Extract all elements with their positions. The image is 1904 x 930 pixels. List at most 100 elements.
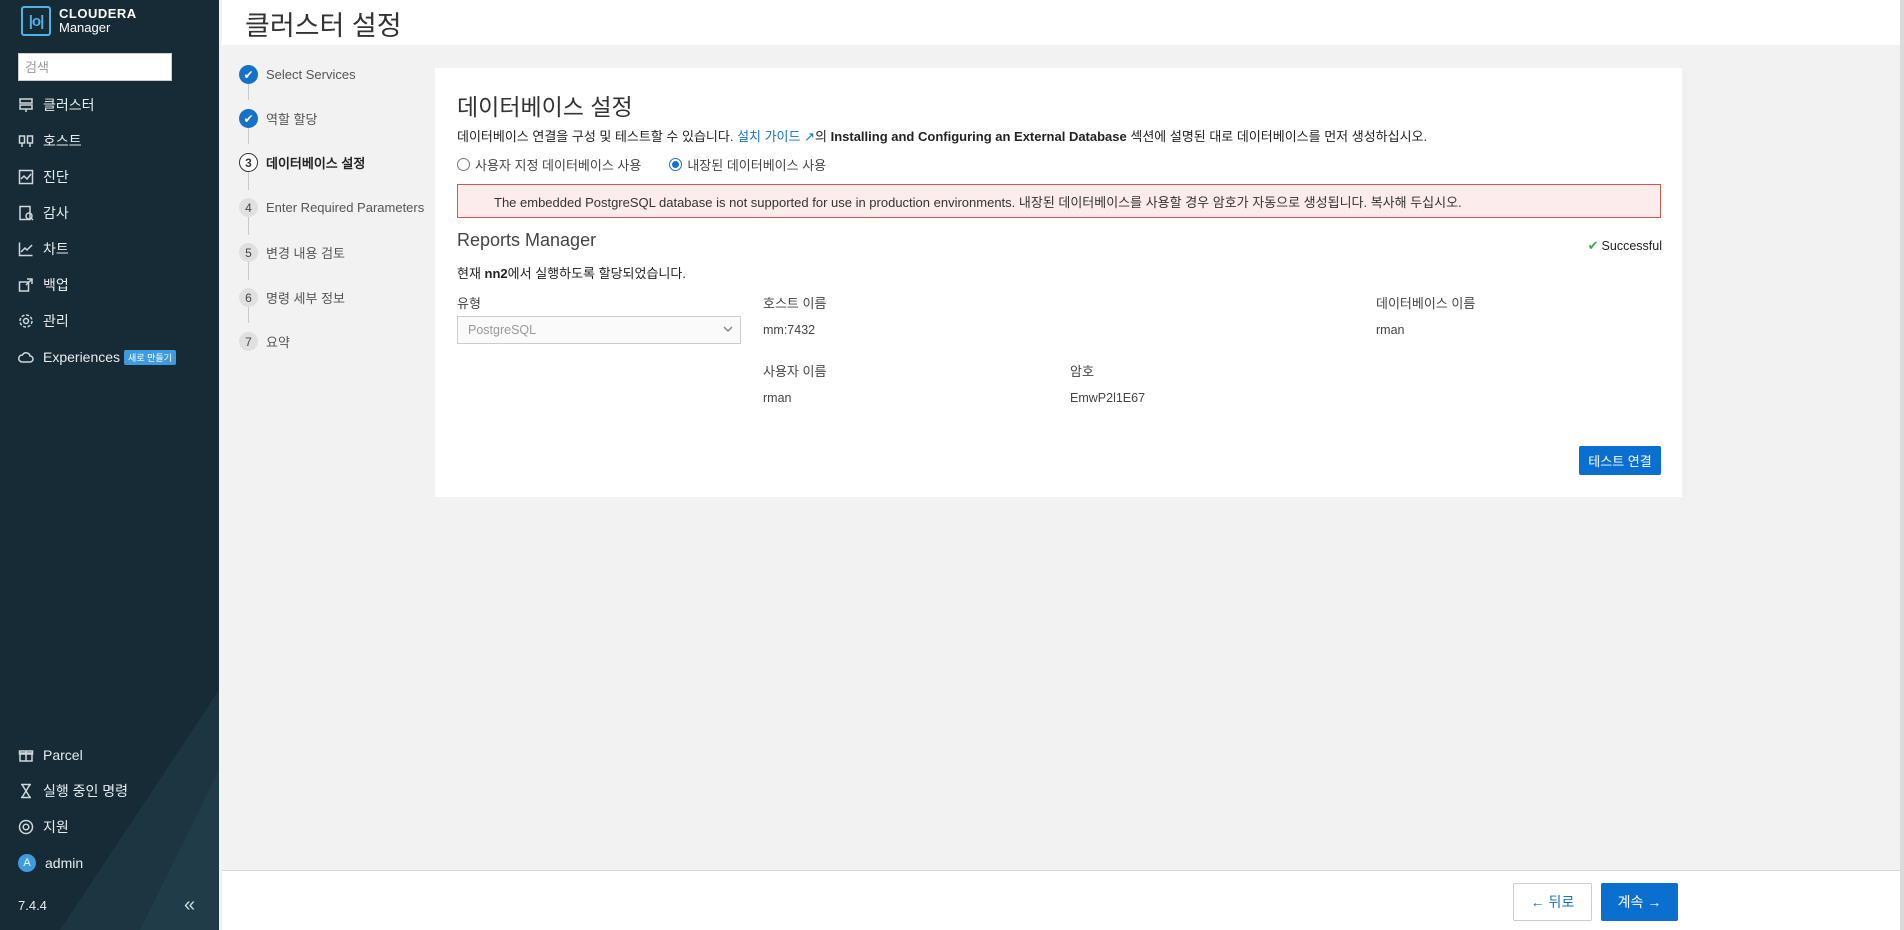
sidebar-item-hosts[interactable]: 호스트 <box>18 129 82 153</box>
step-assign-roles[interactable]: ✔ 역할 할당 <box>239 109 317 128</box>
collapse-sidebar-icon[interactable]: « <box>184 894 195 917</box>
chevron-down-icon <box>723 326 733 333</box>
database-setup-panel: 데이터베이스 설정 데이터베이스 연결을 구성 및 테스트할 수 있습니다. 설… <box>435 68 1682 497</box>
install-guide-link[interactable]: 설치 가이드 ↗ <box>737 129 815 144</box>
sidebar-item-administration[interactable]: 관리 <box>18 309 69 333</box>
username-value: rman <box>763 391 792 405</box>
hostname-label: 호스트 이름 <box>763 296 827 311</box>
radio-button[interactable] <box>669 158 683 171</box>
wizard-footer: ← 뒤로 계속 → <box>222 870 1904 930</box>
step-number: 5 <box>239 243 258 262</box>
gear-icon <box>18 313 34 329</box>
step-select-services[interactable]: ✔ Select Services <box>239 65 356 84</box>
audit-icon <box>18 205 34 221</box>
password-label: 암호 <box>1070 364 1094 379</box>
version-label: 7.4.4 <box>18 898 47 913</box>
sidebar: |o| CLOUDERA Manager 클러스터 호스트 진단 감사 차트 백… <box>0 0 219 930</box>
step-label: 변경 내용 검토 <box>266 246 345 261</box>
sidebar-item-label: 지원 <box>43 819 69 835</box>
step-label: 요약 <box>266 335 290 350</box>
radio-label: 내장된 데이터베이스 사용 <box>687 158 827 173</box>
sidebar-item-label: admin <box>45 855 84 871</box>
gift-icon <box>18 747 34 763</box>
page-title: 클러스터 설정 <box>245 11 402 41</box>
step-required-parameters: 4 Enter Required Parameters <box>239 198 424 217</box>
cloudera-logo-icon: |o| <box>21 6 51 36</box>
cloudera-logo[interactable]: |o| CLOUDERA Manager <box>21 6 137 36</box>
sidebar-item-label: 백업 <box>43 277 69 293</box>
sidebar-item-running-commands[interactable]: 실행 중인 명령 <box>18 779 128 803</box>
sidebar-item-label: 실행 중인 명령 <box>43 783 129 799</box>
sidebar-item-label: 관리 <box>43 313 69 329</box>
diagnostics-icon <box>18 169 34 185</box>
panel-title: 데이터베이스 설정 <box>457 94 633 120</box>
sidebar-item-support[interactable]: 지원 <box>18 815 69 839</box>
radio-custom-database[interactable]: 사용자 지정 데이터베이스 사용 <box>457 155 641 174</box>
dbname-label: 데이터베이스 이름 <box>1376 296 1476 311</box>
check-icon: ✔ <box>1587 238 1599 253</box>
cloud-icon <box>18 349 34 365</box>
step-number: 6 <box>239 288 258 307</box>
sidebar-item-charts[interactable]: 차트 <box>18 237 69 261</box>
step-number: 3 <box>239 153 258 172</box>
step-number: 7 <box>239 332 258 351</box>
avatar: A <box>18 854 36 872</box>
sidebar-item-label: Experiences <box>43 349 121 365</box>
continue-button[interactable]: 계속 → <box>1601 883 1678 921</box>
sidebar-item-parcel[interactable]: Parcel <box>18 743 83 767</box>
new-badge: 새로 만들기 <box>124 349 176 365</box>
step-label: 명령 세부 정보 <box>266 291 345 306</box>
step-review-changes: 5 변경 내용 검토 <box>239 243 345 262</box>
username-label: 사용자 이름 <box>763 364 827 379</box>
sidebar-item-user[interactable]: A admin <box>18 851 83 875</box>
brand-product: Manager <box>59 20 111 35</box>
step-connector <box>248 172 249 190</box>
step-database-setup[interactable]: 3 데이터베이스 설정 <box>239 153 365 172</box>
sidebar-item-clusters[interactable]: 클러스터 <box>18 93 95 117</box>
status-badge: ✔ Successful <box>1587 238 1662 253</box>
hostname-value: mm:7432 <box>763 323 816 337</box>
database-type-radios: 사용자 지정 데이터베이스 사용 내장된 데이터베이스 사용 <box>457 155 854 174</box>
brand-name: CLOUDERA <box>59 6 137 21</box>
radio-label: 사용자 지정 데이터베이스 사용 <box>475 158 642 173</box>
sidebar-item-audit[interactable]: 감사 <box>18 201 69 225</box>
back-button[interactable]: ← 뒤로 <box>1513 883 1592 921</box>
hosts-icon <box>18 133 34 149</box>
sidebar-item-label: 진단 <box>43 169 69 185</box>
sidebar-item-experiences[interactable]: Experiences 새로 만들기 <box>18 345 176 369</box>
sidebar-item-diagnostics[interactable]: 진단 <box>18 165 69 189</box>
sidebar-item-label: 감사 <box>43 205 69 221</box>
database-type-select[interactable]: PostgreSQL <box>457 316 741 344</box>
lifebuoy-icon <box>18 819 34 835</box>
dbname-value: rman <box>1376 323 1405 337</box>
type-label: 유형 <box>457 296 481 311</box>
assigned-host-text: 현재 nn2에서 실행하도록 할당되었습니다. <box>457 266 686 281</box>
step-connector <box>248 307 249 323</box>
external-link-icon: ↗ <box>804 129 816 144</box>
sidebar-item-label: 차트 <box>43 241 69 257</box>
charts-icon <box>18 241 34 257</box>
radio-embedded-database[interactable]: 내장된 데이터베이스 사용 <box>669 155 826 174</box>
radio-button[interactable] <box>457 158 470 171</box>
search-input[interactable] <box>18 53 172 81</box>
step-label: 데이터베이스 설정 <box>266 156 366 171</box>
step-connector <box>248 128 249 144</box>
section-title: Reports Manager <box>457 230 597 250</box>
scrollbar[interactable] <box>1900 0 1904 930</box>
cluster-icon <box>18 97 34 113</box>
intro-text: 데이터베이스 연결을 구성 및 테스트할 수 있습니다. 설치 가이드 ↗의 I… <box>457 129 1428 144</box>
sidebar-item-label: 호스트 <box>43 133 82 149</box>
step-label: Enter Required Parameters <box>266 200 425 215</box>
check-icon: ✔ <box>239 109 258 128</box>
step-number: 4 <box>239 198 258 217</box>
step-connector <box>248 217 249 235</box>
test-connection-button[interactable]: 테스트 연결 <box>1579 446 1661 475</box>
page-header: 클러스터 설정 <box>222 0 1900 45</box>
sidebar-item-backup[interactable]: 백업 <box>18 273 69 297</box>
step-connector <box>248 262 249 280</box>
backup-icon <box>18 277 34 293</box>
step-label: Select Services <box>266 67 356 82</box>
sidebar-item-label: 클러스터 <box>43 97 95 113</box>
hourglass-icon <box>18 783 34 799</box>
step-command-details: 6 명령 세부 정보 <box>239 288 345 307</box>
